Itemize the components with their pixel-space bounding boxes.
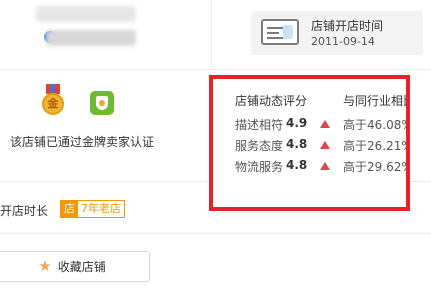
- rating-row[interactable]: 物流服务 4.8 高于29.62%: [213, 158, 410, 176]
- rating-score: 4.8: [286, 137, 308, 151]
- up-arrow-icon: [320, 120, 330, 128]
- shop-rating-box: 店铺动态评分 与同行业相比 描述相符 4.9 高于46.08% 服务态度 4.8…: [209, 75, 410, 211]
- star-icon: ★: [38, 257, 52, 275]
- rating-compare: 高于29.62%: [343, 160, 410, 174]
- rating-score: 4.9: [286, 116, 308, 130]
- favorite-shop-button[interactable]: ★ 收藏店铺: [0, 251, 150, 282]
- rating-compare: 高于26.21%: [343, 139, 410, 153]
- blurred-shop-name: [28, 0, 158, 52]
- rating-row[interactable]: 描述相符 4.9 高于46.08%: [213, 116, 410, 134]
- shop-open-time-title: 店铺开店时间: [311, 19, 384, 33]
- green-shield-icon[interactable]: [90, 91, 114, 115]
- up-arrow-icon: [320, 141, 330, 149]
- gold-medal-icon[interactable]: 金: [42, 93, 64, 115]
- rating-row[interactable]: 服务态度 4.8 高于26.21%: [213, 137, 410, 155]
- divider: [0, 233, 431, 234]
- divider: [410, 181, 431, 182]
- divider: [211, 0, 212, 68]
- rating-compare: 高于46.08%: [343, 118, 410, 132]
- gold-seller-certification-text: 该店铺已通过金牌卖家认证: [10, 135, 155, 149]
- blurred-line: [36, 6, 136, 22]
- peer-comparison-header: 与同行业相比: [343, 94, 410, 108]
- rating-score: 4.8: [286, 158, 308, 172]
- favorite-shop-label: 收藏店铺: [57, 260, 106, 274]
- rating-header: 店铺动态评分: [235, 94, 308, 108]
- id-card-icon: [261, 19, 299, 45]
- up-arrow-icon: [320, 162, 330, 170]
- shop-age-label: 开店时长: [0, 204, 49, 218]
- divider: [0, 69, 431, 70]
- shop-age-badge-tag: 店: [61, 201, 78, 217]
- shop-age-badge-text: 7年老店: [81, 202, 121, 215]
- shop-age-badge: 店 7年老店: [60, 200, 125, 218]
- shop-open-date: 2011-09-14: [311, 35, 375, 48]
- rating-label: 服务态度: [235, 139, 284, 153]
- blurred-line: [46, 30, 136, 46]
- divider: [0, 181, 209, 182]
- rating-label: 描述相符: [235, 118, 284, 132]
- shop-info-panel: 店铺开店时间 2011-09-14 金 该店铺已通过金牌卖家认证 店铺动态评分 …: [0, 0, 431, 296]
- shop-open-time-card: 店铺开店时间 2011-09-14: [251, 11, 423, 55]
- rating-label: 物流服务: [235, 160, 284, 174]
